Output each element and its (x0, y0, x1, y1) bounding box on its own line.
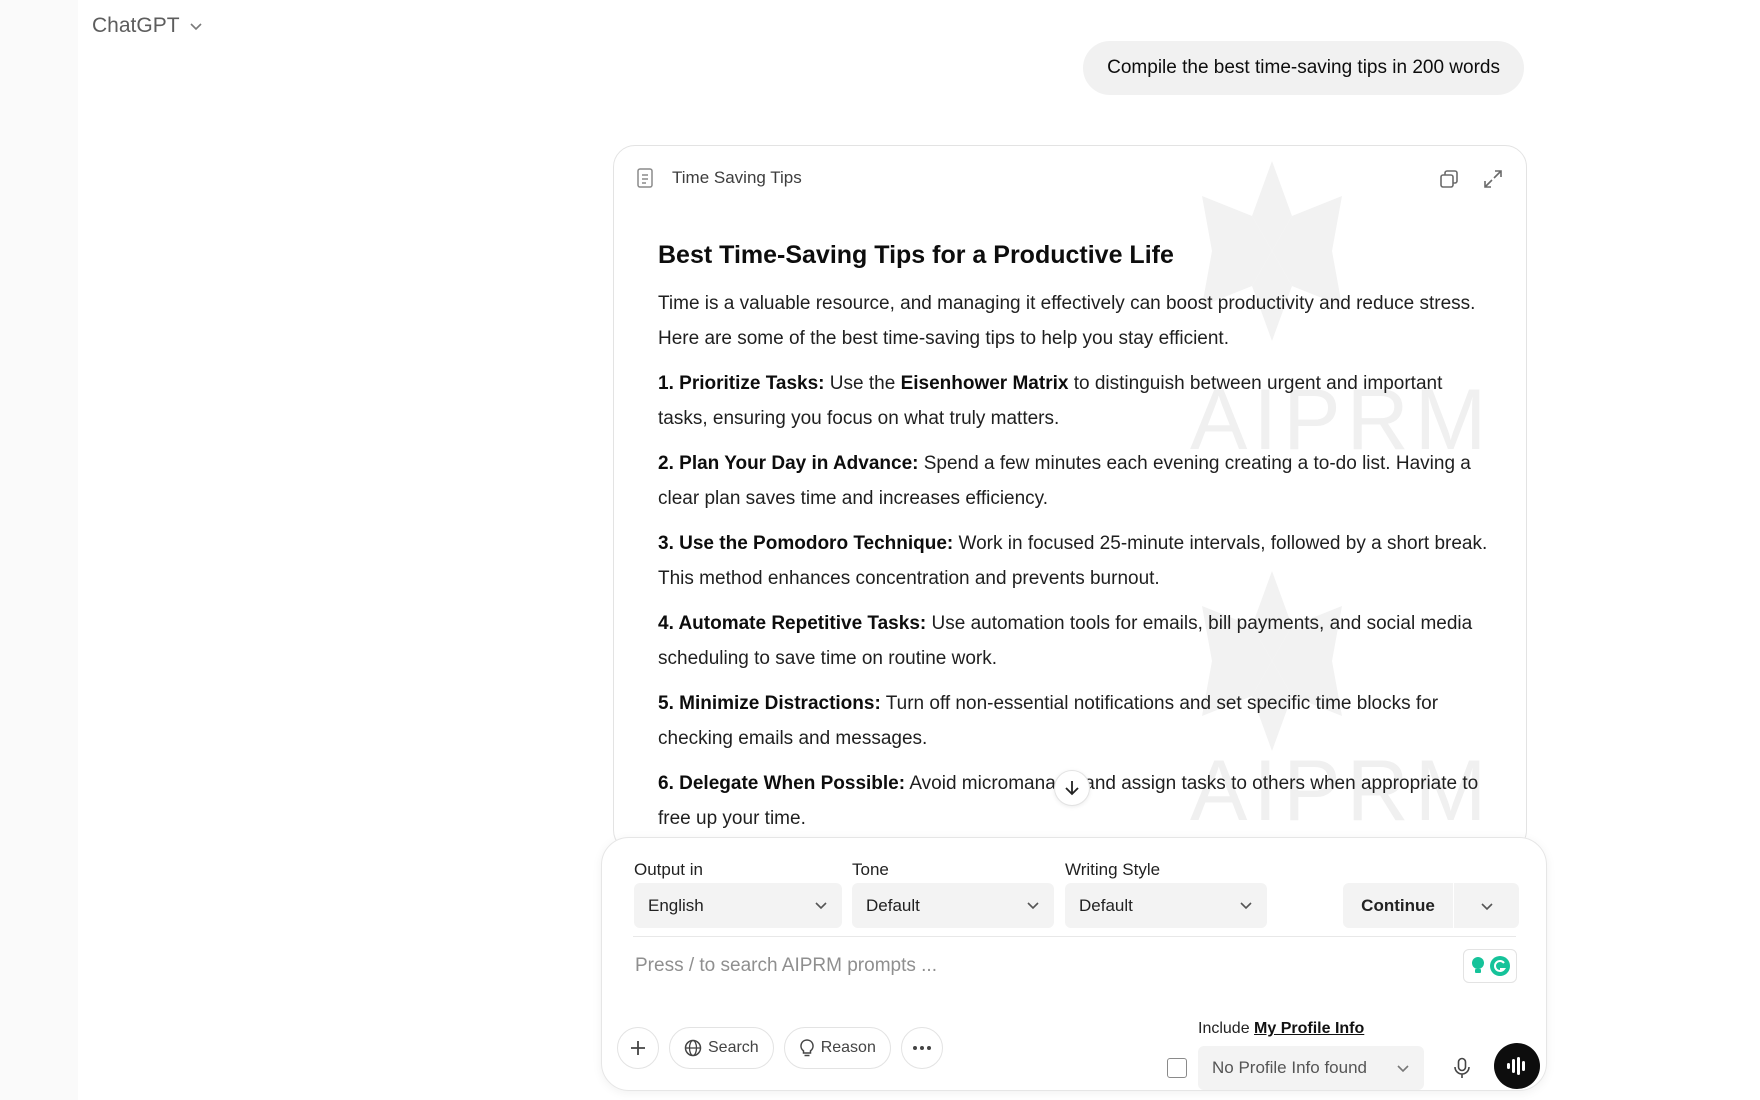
more-tools-button[interactable] (900, 1027, 943, 1069)
lightbulb-icon (1471, 957, 1484, 973)
writing-style-label: Writing Style (1065, 860, 1161, 879)
chevron-down-icon (189, 23, 202, 31)
document-body: Best Time-Saving Tips for a Productive L… (658, 241, 1488, 846)
writing-style-value: Default (1079, 895, 1133, 915)
tip-number: 5. (658, 693, 674, 714)
tip-item: 5. Minimize Distractions: Turn off non-e… (658, 686, 1488, 756)
user-message: Compile the best time-saving tips in 200… (1083, 41, 1524, 95)
tip-item: 3. Use the Pomodoro Technique: Work in f… (658, 526, 1488, 596)
copy-icon[interactable] (1438, 168, 1460, 190)
tip-item: 2. Plan Your Day in Advance: Spend a few… (658, 446, 1488, 516)
prompt-search-input[interactable] (633, 945, 1417, 987)
profile-info-select[interactable]: No Profile Info found (1198, 1046, 1424, 1090)
lightbulb-icon (799, 1039, 814, 1057)
tone-select[interactable]: Default (852, 883, 1054, 928)
include-profile-checkbox[interactable] (1167, 1058, 1187, 1078)
reason-button-label: Reason (820, 1039, 876, 1056)
canvas-title: Time Saving Tips (672, 168, 802, 187)
continue-split-button: Continue (1343, 883, 1519, 928)
output-language-select[interactable]: English (634, 883, 842, 928)
continue-options-button[interactable] (1454, 899, 1519, 913)
add-attachment-button[interactable] (617, 1027, 659, 1069)
voice-mode-button[interactable] (1494, 1043, 1540, 1089)
scroll-down-button[interactable] (1054, 770, 1090, 806)
continue-button[interactable]: Continue (1343, 896, 1453, 916)
voice-mode-icon (1507, 1057, 1525, 1075)
tip-number: 6. (658, 773, 674, 794)
more-icon (912, 1046, 931, 1050)
tip-text: Use the (824, 373, 901, 394)
chevron-down-icon (1480, 902, 1493, 910)
reason-button[interactable]: Reason (783, 1027, 891, 1069)
tip-title: Minimize Distractions: (679, 693, 881, 714)
chevron-down-icon (1397, 1065, 1409, 1073)
tip-number: 3. (658, 533, 674, 554)
tip-number: 1. (658, 373, 674, 394)
profile-info-value: No Profile Info found (1212, 1058, 1367, 1077)
tip-item: 4. Automate Repetitive Tasks: Use automa… (658, 606, 1488, 676)
document-icon (637, 168, 653, 188)
chevron-down-icon (1240, 902, 1252, 910)
tip-item: 1. Prioritize Tasks: Use the Eisenhower … (658, 366, 1488, 436)
tip-number: 2. (658, 453, 674, 474)
composer-divider (633, 936, 1516, 937)
tone-value: Default (866, 895, 920, 915)
canvas-header: Time Saving Tips (636, 168, 802, 188)
arrow-down-icon (1065, 781, 1079, 796)
document-heading: Best Time-Saving Tips for a Productive L… (658, 241, 1174, 269)
output-language-value: English (648, 895, 704, 915)
left-gutter (0, 0, 78, 1100)
prompt-composer: Output in English Tone Default Writing S… (601, 837, 1547, 1091)
writing-style-select[interactable]: Default (1065, 883, 1267, 928)
document-intro: Time is a valuable resource, and managin… (658, 293, 1476, 349)
plus-icon (631, 1041, 645, 1055)
model-switcher[interactable]: ChatGPT (92, 14, 204, 38)
tone-label: Tone (852, 860, 889, 879)
search-button-label: Search (708, 1039, 759, 1056)
globe-icon (684, 1039, 702, 1057)
tip-title: Automate Repetitive Tasks: (678, 613, 927, 634)
search-button[interactable]: Search (669, 1027, 774, 1069)
tip-title: Use the Pomodoro Technique: (679, 533, 954, 554)
grammarly-icon (1489, 956, 1510, 976)
my-profile-info-link[interactable]: My Profile Info (1254, 1020, 1364, 1037)
grammarly-widget[interactable] (1463, 949, 1517, 983)
microphone-icon (1454, 1057, 1470, 1078)
canvas-document: AIPRM AIPRM Time Saving Tips Best Time-S… (613, 145, 1527, 852)
expand-icon[interactable] (1482, 168, 1504, 190)
tip-title: Plan Your Day in Advance: (679, 453, 919, 474)
include-prefix: Include (1198, 1020, 1255, 1037)
include-profile-label: Include My Profile Info (1198, 1020, 1364, 1038)
output-language-label: Output in (634, 860, 703, 879)
model-name: ChatGPT (92, 14, 180, 37)
tip-number: 4. (658, 613, 674, 634)
dictate-button[interactable] (1442, 1048, 1482, 1088)
chevron-down-icon (1027, 902, 1039, 910)
tip-title: Delegate When Possible: (679, 773, 906, 794)
chevron-down-icon (815, 902, 827, 910)
tip-title: Prioritize Tasks: (679, 373, 825, 394)
tip-emphasis: Eisenhower Matrix (900, 373, 1069, 394)
